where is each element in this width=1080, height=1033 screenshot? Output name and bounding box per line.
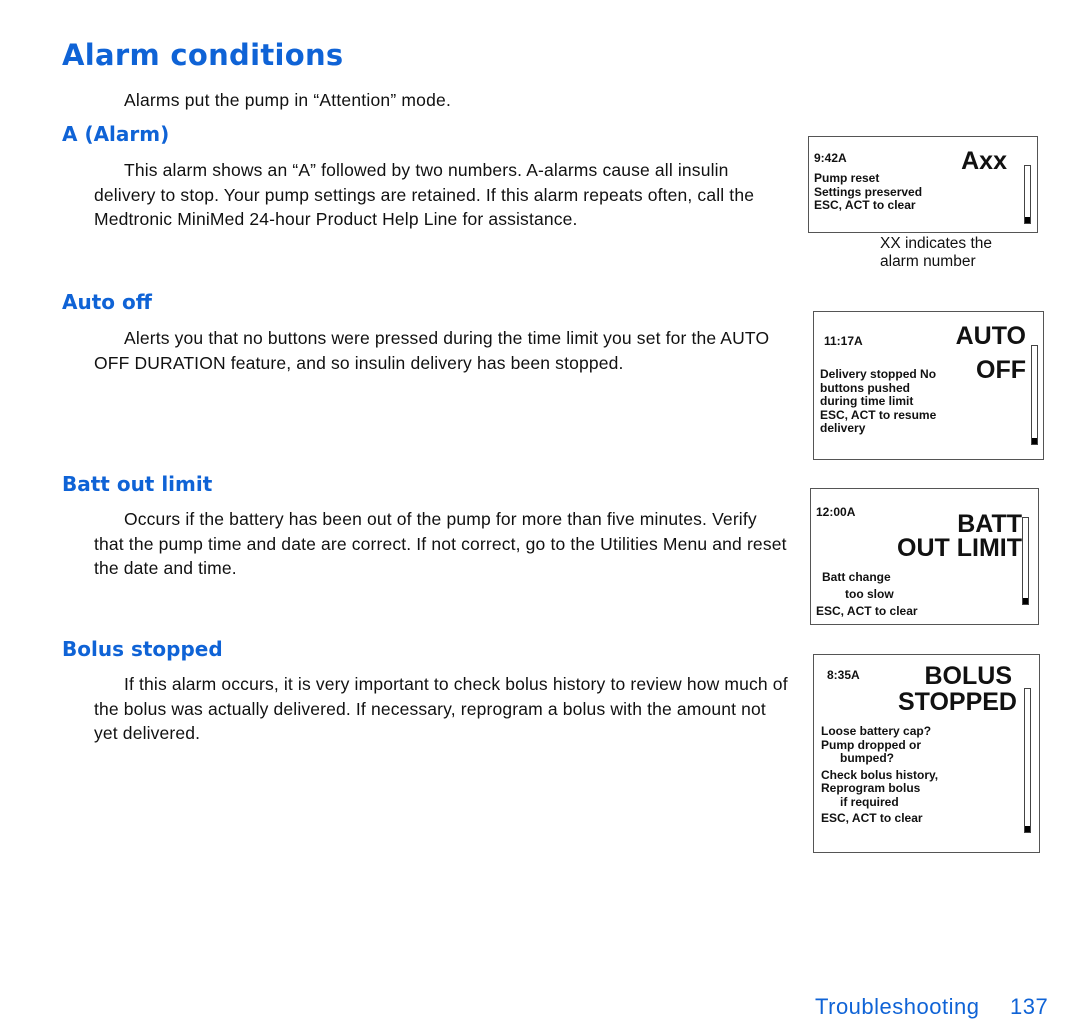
message-line: Loose battery cap?	[821, 724, 932, 738]
pump-screen-batt-out-limit: 12:00A BATT OUT LIMIT Batt change too sl…	[810, 488, 1039, 625]
footer-page-number: 137	[1010, 994, 1049, 1019]
section-body-bolus-stopped: If this alarm occurs, it is very importa…	[94, 674, 788, 743]
message-line: ESC, ACT to clear	[816, 604, 918, 618]
screen-title-line-2: STOPPED	[897, 688, 1017, 716]
screen-message: Delivery stopped No buttons pushed durin…	[820, 367, 937, 436]
screen-title-line-1: BOLUS	[924, 662, 1013, 690]
pump-screen-auto-off: 11:17A AUTO OFF Delivery stopped No butt…	[813, 311, 1044, 460]
screen-time: 12:00A	[816, 505, 856, 519]
screen-message: Pump reset Settings preserved ESC, ACT t…	[814, 171, 923, 213]
message-line: too slow	[845, 587, 894, 601]
screen-title-line-2: OUT LIMIT	[897, 534, 1022, 562]
screen-message: Batt change too slow ESC, ACT to clear	[816, 569, 918, 620]
screen-scrollbar	[1031, 345, 1038, 445]
message-line: Check bolus history,	[821, 767, 939, 782]
screen-title-line-1: AUTO	[955, 322, 1026, 350]
message-line: buttons pushed	[820, 380, 910, 395]
screen-time: 8:35A	[827, 668, 860, 682]
message-line: Reprogram bolus	[821, 781, 921, 795]
message-line: if required	[840, 794, 899, 809]
section-body-batt-out-limit: Occurs if the battery has been out of th…	[94, 509, 787, 578]
section-heading-alarm: A (Alarm)	[62, 122, 170, 146]
message-line: ESC, ACT to clear	[821, 811, 923, 825]
message-line: Pump dropped or	[821, 737, 921, 752]
section-heading-bolus-stopped: Bolus stopped	[62, 637, 223, 661]
message-line: Settings preserved	[814, 184, 923, 199]
footer-chapter: Troubleshooting	[815, 994, 980, 1019]
screen-time: 9:42A	[814, 151, 847, 165]
scrollbar-thumb	[1025, 826, 1030, 832]
message-line: Pump reset	[814, 171, 880, 185]
section-heading-auto-off: Auto off	[62, 290, 152, 314]
message-line: ESC, ACT to resume	[820, 407, 937, 422]
screen-title: Axx	[961, 147, 1007, 175]
screen-message: Loose battery cap? Pump dropped or bumpe…	[821, 724, 939, 826]
intro-text: Alarms put the pump in “Attention” mode.	[124, 90, 452, 110]
section-body-auto-off: Alerts you that no buttons were pressed …	[94, 328, 770, 373]
message-line: Batt change	[822, 570, 891, 584]
message-line: Delivery stopped No	[820, 367, 937, 381]
screen-time: 11:17A	[824, 334, 863, 348]
screen-caption: XX indicates the alarm number	[880, 235, 993, 270]
message-line: delivery	[820, 421, 866, 435]
scrollbar-thumb	[1025, 217, 1030, 223]
scrollbar-thumb	[1032, 438, 1037, 444]
pump-screen-bolus-stopped: 8:35A BOLUS STOPPED Loose battery cap? P…	[813, 654, 1040, 853]
message-line: bumped?	[840, 751, 894, 765]
section-body-alarm: This alarm shows an “A” followed by two …	[94, 160, 755, 229]
scrollbar-thumb	[1023, 598, 1028, 604]
message-line: during time limit	[820, 394, 914, 408]
section-heading-batt-out-limit: Batt out limit	[62, 472, 213, 496]
pump-screen-axx: 9:42A Axx Pump reset Settings preserved …	[808, 136, 1038, 233]
page-title: Alarm conditions	[62, 38, 344, 72]
screen-scrollbar	[1024, 165, 1031, 224]
message-line: ESC, ACT to clear	[814, 198, 916, 212]
screen-scrollbar	[1022, 517, 1029, 605]
screen-title-line-2: OFF	[976, 356, 1026, 384]
screen-scrollbar	[1024, 688, 1031, 833]
